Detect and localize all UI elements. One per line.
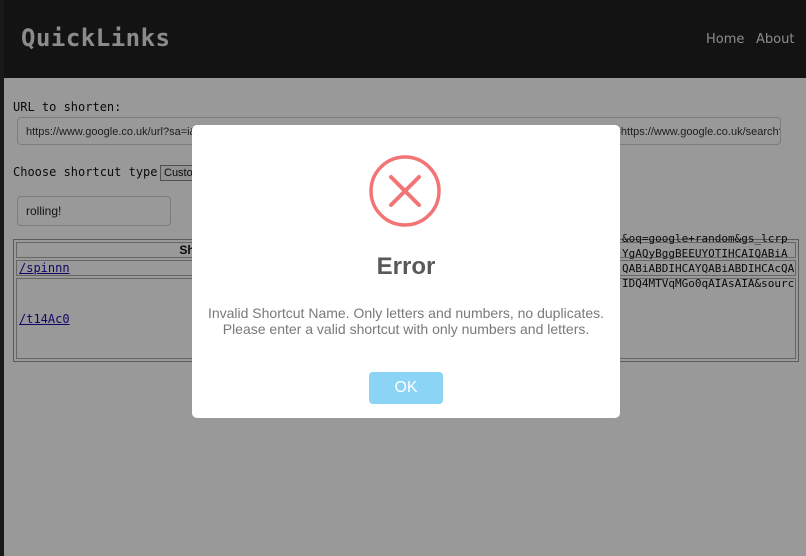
ok-button[interactable]: OK: [369, 372, 443, 404]
error-x-circle-icon: [369, 155, 441, 227]
dialog-message-line: Please enter a valid shortcut with only …: [222, 321, 590, 337]
error-dialog: Error Invalid Shortcut Name. Only letter…: [192, 125, 620, 418]
dialog-title: Error: [376, 253, 436, 280]
dialog-message-line: Invalid Shortcut Name. Only letters and …: [207, 305, 605, 321]
dialog-message: Invalid Shortcut Name. Only letters and …: [192, 305, 620, 337]
